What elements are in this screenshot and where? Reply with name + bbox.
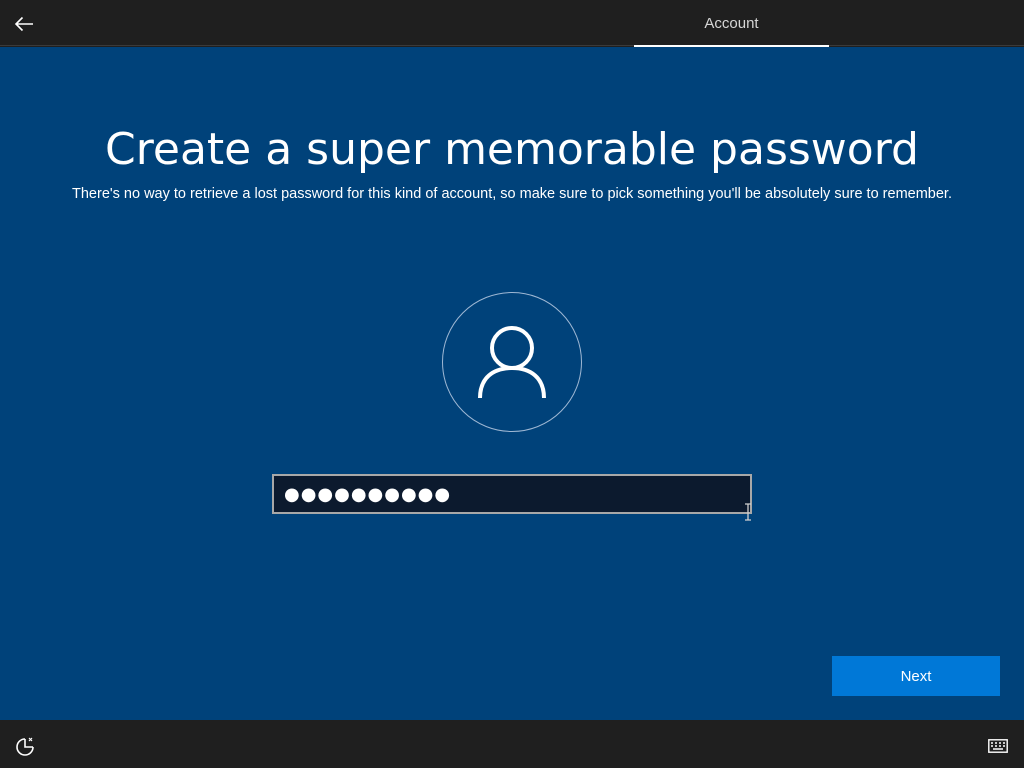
main-panel: Create a super memorable password There'… bbox=[0, 47, 1024, 720]
next-button-label: Next bbox=[900, 667, 932, 685]
user-icon bbox=[478, 326, 546, 399]
arrow-left-icon bbox=[14, 16, 33, 32]
top-bar: Account bbox=[0, 0, 1024, 47]
password-input[interactable] bbox=[284, 483, 740, 505]
bottom-bar bbox=[0, 720, 1024, 768]
next-button[interactable]: Next bbox=[832, 656, 1000, 696]
text-cursor-icon bbox=[745, 503, 751, 521]
page-title: Create a super memorable password bbox=[105, 124, 919, 175]
keyboard-icon[interactable] bbox=[988, 739, 1008, 753]
avatar bbox=[442, 292, 582, 432]
tab-account-label: Account bbox=[704, 15, 759, 32]
ease-of-access-icon[interactable] bbox=[14, 736, 36, 758]
back-button[interactable] bbox=[8, 8, 40, 40]
tab-account[interactable]: Account bbox=[634, 0, 829, 47]
password-field[interactable] bbox=[272, 474, 752, 514]
page-subtitle: There's no way to retrieve a lost passwo… bbox=[72, 186, 952, 202]
